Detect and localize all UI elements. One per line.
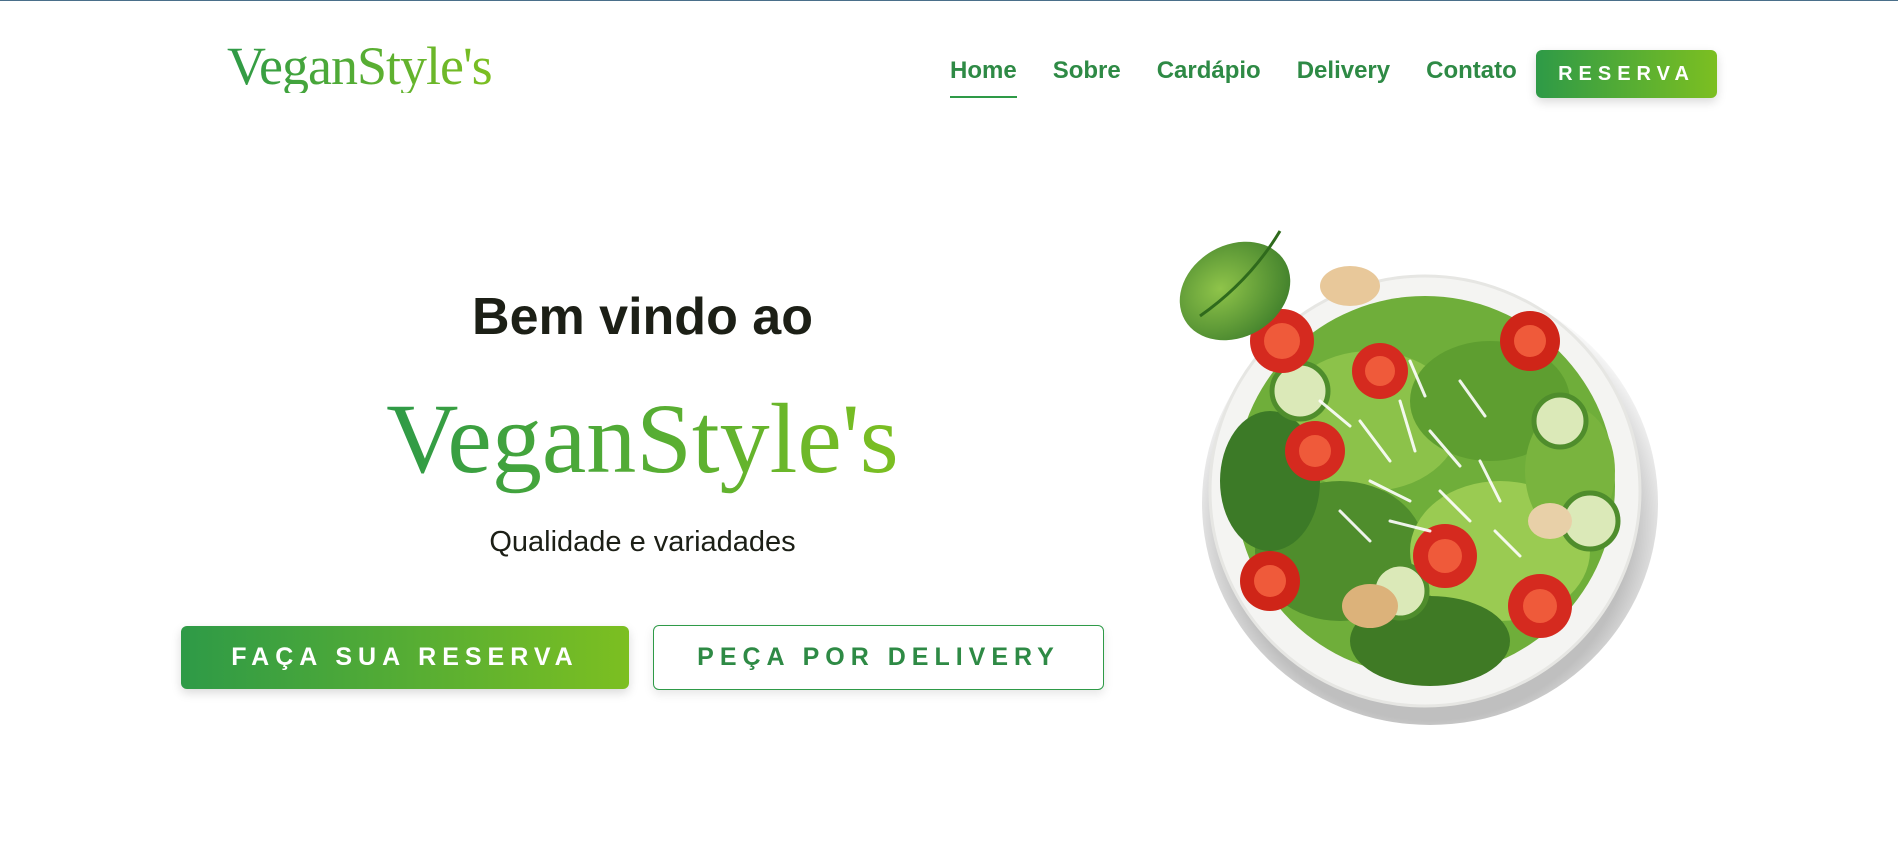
hero-tagline: Qualidade e variadades: [489, 526, 796, 558]
salad-bowl-image: [1140, 221, 1680, 731]
main-nav: Home Sobre Cardápio Delivery Contato: [950, 57, 1553, 98]
nav-home[interactable]: Home: [950, 57, 1017, 98]
order-delivery-button[interactable]: PEÇA POR DELIVERY: [653, 625, 1104, 690]
nav-cardapio[interactable]: Cardápio: [1157, 57, 1261, 86]
nav-sobre[interactable]: Sobre: [1053, 57, 1121, 86]
salad-bowl-illustration: [1179, 230, 1658, 725]
nav-contato[interactable]: Contato: [1426, 57, 1517, 86]
make-reservation-button[interactable]: FAÇA SUA RESERVA: [181, 626, 629, 689]
nav-delivery[interactable]: Delivery: [1297, 57, 1390, 86]
page: VeganStyle's Home Sobre Cardápio Deliver…: [0, 0, 1898, 852]
logo[interactable]: VeganStyle's: [227, 39, 493, 93]
hero-brand-text: VeganStyle's: [386, 383, 899, 494]
hero-brand: VeganStyle's: [180, 389, 1105, 489]
hero-welcome: Bem vindo ao: [472, 288, 813, 346]
reserve-button[interactable]: RESERVA: [1536, 50, 1717, 98]
